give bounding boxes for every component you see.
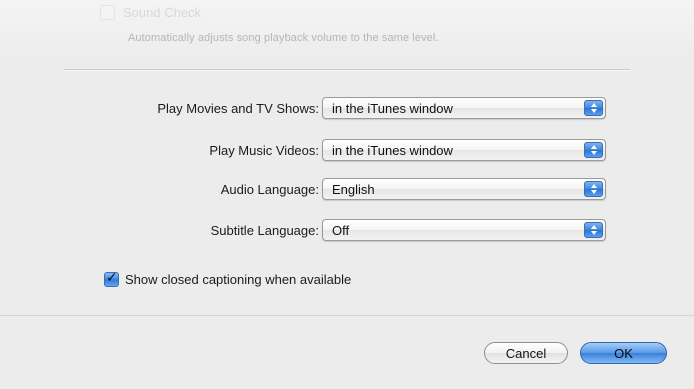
closed-captioning-label: Show closed captioning when available [125, 272, 352, 287]
playback-preferences-dialog: Sound Check Automatically adjusts song p… [0, 0, 694, 389]
popup-value: Off [332, 223, 350, 238]
subtitle-language-label: Subtitle Language: [210, 223, 319, 238]
sound-check-description: Automatically adjusts song playback volu… [128, 32, 439, 44]
sound-check-label: Sound Check [123, 5, 202, 20]
popup-value: in the iTunes window [332, 101, 453, 116]
dialog-footer: Cancel OK [0, 316, 694, 389]
popup-value: in the iTunes window [332, 143, 453, 158]
cancel-button[interactable]: Cancel [484, 342, 568, 364]
popup-value: English [332, 182, 375, 197]
checkmark-icon: ✓ [106, 269, 118, 285]
closed-captioning-checkbox[interactable]: ✓ [104, 269, 119, 287]
audio-language-label: Audio Language: [220, 182, 319, 197]
popup-arrows-icon [584, 181, 603, 197]
popup-arrows-icon [584, 142, 603, 158]
sound-check-row[interactable]: Sound Check [100, 5, 201, 20]
audio-language-row: Audio Language: English [0, 178, 694, 204]
play-music-videos-popup[interactable]: in the iTunes window [322, 139, 606, 161]
sound-check-checkbox[interactable] [100, 5, 115, 20]
section-separator [64, 69, 630, 71]
popup-arrows-icon [584, 222, 603, 238]
play-movies-popup[interactable]: in the iTunes window [322, 97, 606, 119]
top-section: Sound Check Automatically adjusts song p… [0, 0, 694, 60]
subtitle-language-popup[interactable]: Off [322, 219, 606, 241]
subtitle-language-row: Subtitle Language: Off [0, 219, 694, 245]
play-music-videos-row: Play Music Videos: in the iTunes window [0, 139, 694, 165]
closed-captioning-option[interactable]: ✓ Show closed captioning when available [104, 269, 352, 287]
audio-language-popup[interactable]: English [322, 178, 606, 200]
popup-arrows-icon [584, 100, 603, 116]
ok-button[interactable]: OK [580, 342, 667, 364]
play-movies-row: Play Movies and TV Shows: in the iTunes … [0, 97, 694, 123]
play-music-videos-label: Play Music Videos: [209, 143, 319, 158]
play-movies-label: Play Movies and TV Shows: [157, 101, 319, 116]
